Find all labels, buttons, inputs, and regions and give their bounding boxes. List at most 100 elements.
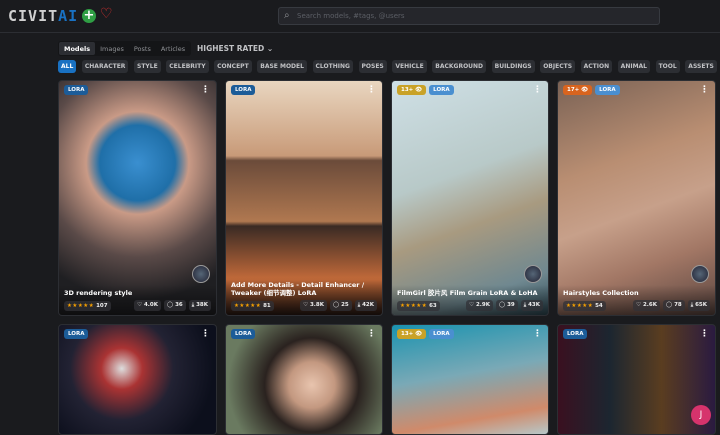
tab-articles[interactable]: Articles [156,42,190,55]
search-input[interactable]: ⌕ Search models, #tags, @users [278,7,660,25]
downloads-count: 65K [695,302,707,308]
content-tabs: Models Images Posts Articles [58,41,192,56]
model-type-badge: LORA [64,329,89,339]
sort-dropdown[interactable]: HIGHEST RATED ⌄ [197,44,273,53]
heart-icon: ♡ [137,302,143,308]
heart-icon: ♡ [636,302,642,308]
badges: LORA [64,329,89,339]
more-menu-icon[interactable]: ⋮ [533,86,542,95]
tab-posts[interactable]: Posts [129,42,156,55]
chip-buildings[interactable]: BUILDINGS [491,60,535,73]
download-icon: ⤓ [357,302,361,308]
more-menu-icon[interactable]: ⋮ [367,86,376,95]
comments-stat: ◯ 78 [662,300,685,311]
chip-background[interactable]: BACKGROUND [432,60,487,73]
more-menu-icon[interactable]: ⋮ [201,86,210,95]
likes-stat: ♡ 2.6K [633,300,660,311]
badges: LORA [231,85,256,95]
badges: 13+ 👁 LORA [397,329,454,339]
comment-icon: ◯ [665,302,673,308]
likes-stat: ♡ 4.0K [134,300,161,311]
model-title: 3D rendering style [64,289,133,297]
badges: 17+ 👁 LORA [563,85,620,95]
rating-count: 81 [263,302,271,309]
comments-stat: ◯ 36 [163,300,186,311]
badges: LORA [563,329,588,339]
tab-models[interactable]: Models [59,42,96,55]
model-card[interactable]: LORA ⋮ [225,324,383,435]
model-card[interactable]: 13+ 👁 LORA ⋮ [391,324,549,435]
chip-action[interactable]: ACTION [580,60,613,73]
comments-stat: ◯ 25 [329,300,352,311]
nsfw-level-badge: 13+ 👁 [397,329,427,339]
creator-avatar[interactable] [691,265,709,283]
downloads-stat: ⤓ 38K [188,300,211,311]
downloads-stat: ⤓ 42K [354,300,377,311]
rating-count: 63 [429,302,437,309]
card-footer: FilmGirl 胶片风 Film Grain LoRA & LoHA ★★★★… [392,285,548,315]
chip-celebrity[interactable]: CELEBRITY [166,60,209,73]
nsfw-level-badge: 17+ 👁 [563,85,593,95]
likes-count: 3.8K [309,302,324,308]
comments-count: 36 [175,302,183,308]
likes-count: 4.0K [143,302,158,308]
model-card[interactable]: 13+ 👁 LORA ⋮ FilmGirl 胶片风 Film Grain LoRA … [391,80,549,316]
chip-character[interactable]: CHARACTER [81,60,129,73]
downloads-count: 43K [528,302,540,308]
model-type-badge: LORA [429,85,454,95]
chip-vehicle[interactable]: VEHICLE [392,60,427,73]
model-type-badge: LORA [563,329,588,339]
rating-count: 107 [96,302,108,309]
download-icon: ⤓ [523,302,527,308]
chip-concept[interactable]: CONCEPT [214,60,252,73]
comment-icon: ◯ [166,302,174,308]
tab-images[interactable]: Images [95,42,129,55]
downloads-count: 38K [196,302,208,308]
badges: LORA [64,85,89,95]
chip-animal[interactable]: ANIMAL [617,60,651,73]
search-placeholder: Search models, #tags, @users [297,12,405,20]
rating: ★★★★★ 81 [231,300,274,311]
card-footer: Hairstyles Collection ★★★★★ 54 ♡ 2.6K ◯ … [558,285,715,315]
model-title: FilmGirl 胶片风 Film Grain LoRA & LoHA [397,289,538,297]
chip-all[interactable]: ALL [58,60,77,73]
chip-tool[interactable]: TOOL [655,60,680,73]
model-title: Hairstyles Collection [563,289,639,297]
model-card[interactable]: LORA ⋮ 3D rendering style ★★★★★ 107 ♡ 4.0… [58,80,217,316]
creator-avatar[interactable] [192,265,210,283]
heart-icon: ♡ [469,302,475,308]
creator-avatar[interactable] [524,265,542,283]
chip-clothing[interactable]: CLOTHING [312,60,353,73]
more-menu-icon[interactable]: ⋮ [367,330,376,339]
chip-style[interactable]: STYLE [134,60,161,73]
model-type-badge: LORA [231,329,256,339]
chip-objects[interactable]: OBJECTS [540,60,576,73]
more-menu-icon[interactable]: ⋮ [700,330,709,339]
more-menu-icon[interactable]: ⋮ [533,330,542,339]
model-type-badge: LORA [64,85,89,95]
likes-stat: ♡ 3.8K [300,300,327,311]
downloads-stat: ⤓ 65K [687,300,710,311]
model-card[interactable]: LORA ⋮ Add More Details - Detail Enhancer… [225,80,383,316]
civitai-logo[interactable]: CIVITAI [8,7,78,25]
model-card[interactable]: 17+ 👁 LORA ⋮ Hairstyles Collection ★★★★★ 5… [557,80,716,316]
chip-assets[interactable]: ASSETS [685,60,717,73]
create-plus-icon[interactable]: + [82,9,96,23]
more-menu-icon[interactable]: ⋮ [700,86,709,95]
comments-stat: ◯ 39 [495,300,518,311]
more-menu-icon[interactable]: ⋮ [201,330,210,339]
user-avatar-fab[interactable]: J [691,405,711,425]
likes-count: 2.9K [475,302,490,308]
nsfw-level-badge: 13+ 👁 [397,85,427,95]
chip-poses[interactable]: POSES [358,60,387,73]
likes-stat: ♡ 2.9K [466,300,493,311]
model-type-badge: LORA [429,329,454,339]
chip-base-model[interactable]: BASE MODEL [257,60,307,73]
download-icon: ⤓ [191,302,195,308]
rating: ★★★★★ 107 [64,300,111,311]
logo-text: CIVIT [8,7,59,25]
heart-icon[interactable]: ♡ [100,6,113,22]
model-card[interactable]: LORA ⋮ [58,324,217,435]
comment-icon: ◯ [332,302,340,308]
header: CIVITAI + ♡ ⌕ Search models, #tags, @user… [0,0,720,33]
